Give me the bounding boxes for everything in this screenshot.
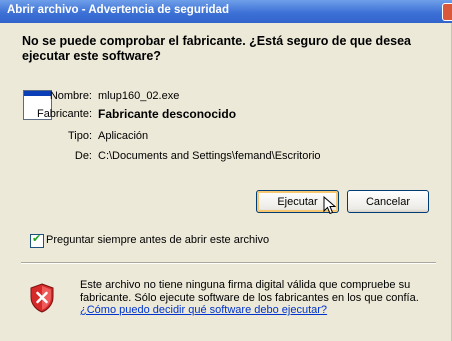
field-label: Nombre: <box>49 90 92 102</box>
question-text: No se puede comprobar el fabricante. ¿Es… <box>22 34 412 63</box>
security-warning-dialog: Abrir archivo - Advertencia de seguridad… <box>0 0 452 341</box>
always-ask-checkbox[interactable]: ✔ <box>30 232 44 248</box>
field-value: Fabricante desconocido <box>98 107 237 121</box>
field-label: Tipo: <box>67 130 92 142</box>
always-ask-label[interactable]: Preguntar siempre antes de abrir este ar… <box>46 234 269 246</box>
field-value: Aplicación <box>98 130 149 142</box>
close-button[interactable] <box>442 3 452 21</box>
warning-message: Este archivo no tiene ninguna firma digi… <box>80 279 445 317</box>
cancel-button[interactable]: Cancelar <box>347 190 429 213</box>
window-title: Abrir archivo - Advertencia de seguridad <box>7 4 229 16</box>
divider <box>21 262 436 264</box>
shield-warning-icon <box>30 283 54 313</box>
title-bar[interactable]: Abrir archivo - Advertencia de seguridad <box>0 0 452 23</box>
field-publisher: Fabricante: Fabricante desconocido <box>0 107 452 125</box>
field-value: mlup160_02.exe <box>98 90 180 102</box>
field-label: Fabricante: <box>36 108 92 120</box>
field-label: De: <box>74 150 92 162</box>
field-name: Nombre: mlup160_02.exe <box>0 90 452 108</box>
warning-text: Este archivo no tiene ninguna firma digi… <box>80 279 419 304</box>
field-from: De: C:\Documents and Settings\femand\Esc… <box>0 150 452 168</box>
field-type: Tipo: Aplicación <box>0 130 452 148</box>
checkmark-icon: ✔ <box>32 232 42 245</box>
field-value: C:\Documents and Settings\femand\Escrito… <box>98 150 321 162</box>
mouse-cursor-icon <box>323 196 337 215</box>
help-link[interactable]: ¿Cómo puedo decidir qué software debo ej… <box>80 304 327 316</box>
